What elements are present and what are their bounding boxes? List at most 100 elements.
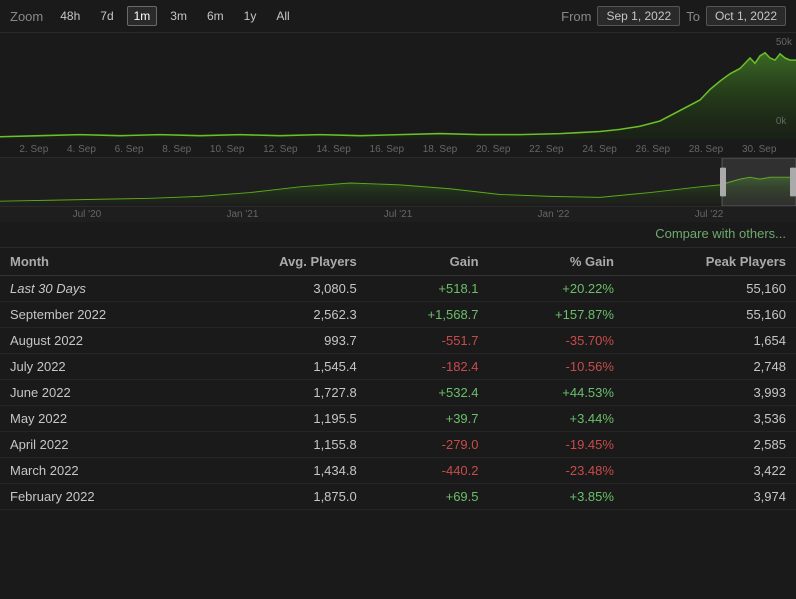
x-label: 4. Sep bbox=[67, 144, 96, 155]
cell-peak: 2,585 bbox=[624, 432, 796, 458]
cell-avg: 1,195.5 bbox=[199, 406, 366, 432]
table-row: April 20221,155.8-279.0-19.45%2,585 bbox=[0, 432, 796, 458]
cell-month: February 2022 bbox=[0, 484, 199, 510]
cell-month: September 2022 bbox=[0, 302, 199, 328]
x-label: 20. Sep bbox=[476, 144, 510, 155]
table-row: May 20221,195.5+39.7+3.44%3,536 bbox=[0, 406, 796, 432]
cell-peak: 3,422 bbox=[624, 458, 796, 484]
x-label: 6. Sep bbox=[115, 144, 144, 155]
x-label: 12. Sep bbox=[263, 144, 297, 155]
cell-pct: +20.22% bbox=[489, 276, 624, 302]
x-label: 26. Sep bbox=[636, 144, 670, 155]
nav-x-label: Jan '22 bbox=[538, 209, 570, 220]
table-row: February 20221,875.0+69.5+3.85%3,974 bbox=[0, 484, 796, 510]
cell-pct: -19.45% bbox=[489, 432, 624, 458]
nav-x-label: Jul '21 bbox=[384, 209, 413, 220]
x-label: 16. Sep bbox=[370, 144, 404, 155]
x-label: 28. Sep bbox=[689, 144, 723, 155]
y-label-bottom: 0k bbox=[776, 116, 792, 127]
col-header-peak: Peak Players bbox=[624, 248, 796, 276]
table-header-row: Month Avg. Players Gain % Gain Peak Play… bbox=[0, 248, 796, 276]
compare-button[interactable]: Compare with others... bbox=[655, 226, 786, 241]
cell-gain: -440.2 bbox=[367, 458, 489, 484]
x-label: 30. Sep bbox=[742, 144, 776, 155]
cell-pct: +3.44% bbox=[489, 406, 624, 432]
cell-gain: +39.7 bbox=[367, 406, 489, 432]
cell-month: August 2022 bbox=[0, 328, 199, 354]
to-date-input[interactable]: Oct 1, 2022 bbox=[706, 6, 786, 26]
y-label-top: 50k bbox=[776, 37, 792, 48]
table-row: Last 30 Days3,080.5+518.1+20.22%55,160 bbox=[0, 276, 796, 302]
cell-peak: 3,993 bbox=[624, 380, 796, 406]
cell-month: March 2022 bbox=[0, 458, 199, 484]
navigator-chart[interactable] bbox=[0, 157, 796, 207]
cell-peak: 3,974 bbox=[624, 484, 796, 510]
cell-pct: +44.53% bbox=[489, 380, 624, 406]
zoom-7d[interactable]: 7d bbox=[93, 6, 120, 26]
cell-avg: 993.7 bbox=[199, 328, 366, 354]
cell-peak: 3,536 bbox=[624, 406, 796, 432]
col-header-avg: Avg. Players bbox=[199, 248, 366, 276]
cell-gain: -279.0 bbox=[367, 432, 489, 458]
x-label: 18. Sep bbox=[423, 144, 457, 155]
cell-avg: 1,875.0 bbox=[199, 484, 366, 510]
cell-peak: 2,748 bbox=[624, 354, 796, 380]
cell-gain: +1,568.7 bbox=[367, 302, 489, 328]
cell-month: June 2022 bbox=[0, 380, 199, 406]
col-header-gain: Gain bbox=[367, 248, 489, 276]
zoom-1m[interactable]: 1m bbox=[127, 6, 158, 26]
cell-peak: 55,160 bbox=[624, 302, 796, 328]
x-label: 22. Sep bbox=[529, 144, 563, 155]
cell-pct: +3.85% bbox=[489, 484, 624, 510]
from-label: From bbox=[561, 9, 591, 24]
date-range: From Sep 1, 2022 To Oct 1, 2022 bbox=[561, 6, 786, 26]
table-row: September 20222,562.3+1,568.7+157.87%55,… bbox=[0, 302, 796, 328]
x-label: 14. Sep bbox=[316, 144, 350, 155]
cell-avg: 3,080.5 bbox=[199, 276, 366, 302]
to-label: To bbox=[686, 9, 700, 24]
cell-month: April 2022 bbox=[0, 432, 199, 458]
x-label: 10. Sep bbox=[210, 144, 244, 155]
cell-avg: 1,727.8 bbox=[199, 380, 366, 406]
table-row: July 20221,545.4-182.4-10.56%2,748 bbox=[0, 354, 796, 380]
cell-pct: -10.56% bbox=[489, 354, 624, 380]
main-chart-svg bbox=[0, 37, 796, 142]
zoom-3m[interactable]: 3m bbox=[163, 6, 194, 26]
main-chart: 50k 0k bbox=[0, 32, 796, 142]
top-bar: Zoom 48h 7d 1m 3m 6m 1y All From Sep 1, … bbox=[0, 0, 796, 32]
zoom-1y[interactable]: 1y bbox=[237, 6, 264, 26]
x-label: 24. Sep bbox=[582, 144, 616, 155]
cell-pct: -23.48% bbox=[489, 458, 624, 484]
zoom-6m[interactable]: 6m bbox=[200, 6, 231, 26]
cell-gain: +532.4 bbox=[367, 380, 489, 406]
cell-pct: -35.70% bbox=[489, 328, 624, 354]
stats-table: Month Avg. Players Gain % Gain Peak Play… bbox=[0, 248, 796, 510]
y-axis-labels: 50k 0k bbox=[776, 37, 792, 127]
zoom-all[interactable]: All bbox=[269, 6, 296, 26]
from-date-input[interactable]: Sep 1, 2022 bbox=[597, 6, 680, 26]
x-label: 2. Sep bbox=[19, 144, 48, 155]
col-header-pct: % Gain bbox=[489, 248, 624, 276]
zoom-48h[interactable]: 48h bbox=[53, 6, 87, 26]
compare-bar: Compare with others... bbox=[0, 222, 796, 248]
cell-gain: -551.7 bbox=[367, 328, 489, 354]
cell-gain: -182.4 bbox=[367, 354, 489, 380]
col-header-month: Month bbox=[0, 248, 199, 276]
table-row: August 2022993.7-551.7-35.70%1,654 bbox=[0, 328, 796, 354]
table-row: June 20221,727.8+532.4+44.53%3,993 bbox=[0, 380, 796, 406]
nav-x-label: Jul '20 bbox=[73, 209, 102, 220]
cell-peak: 1,654 bbox=[624, 328, 796, 354]
cell-pct: +157.87% bbox=[489, 302, 624, 328]
cell-gain: +518.1 bbox=[367, 276, 489, 302]
nav-x-label: Jul '22 bbox=[695, 209, 724, 220]
navigator-x-labels: Jul '20 Jan '21 Jul '21 Jan '22 Jul '22 bbox=[0, 207, 796, 222]
x-label: 8. Sep bbox=[162, 144, 191, 155]
cell-peak: 55,160 bbox=[624, 276, 796, 302]
zoom-label: Zoom bbox=[10, 9, 43, 24]
cell-avg: 1,545.4 bbox=[199, 354, 366, 380]
cell-avg: 2,562.3 bbox=[199, 302, 366, 328]
cell-gain: +69.5 bbox=[367, 484, 489, 510]
cell-month: July 2022 bbox=[0, 354, 199, 380]
cell-avg: 1,155.8 bbox=[199, 432, 366, 458]
table-row: March 20221,434.8-440.2-23.48%3,422 bbox=[0, 458, 796, 484]
